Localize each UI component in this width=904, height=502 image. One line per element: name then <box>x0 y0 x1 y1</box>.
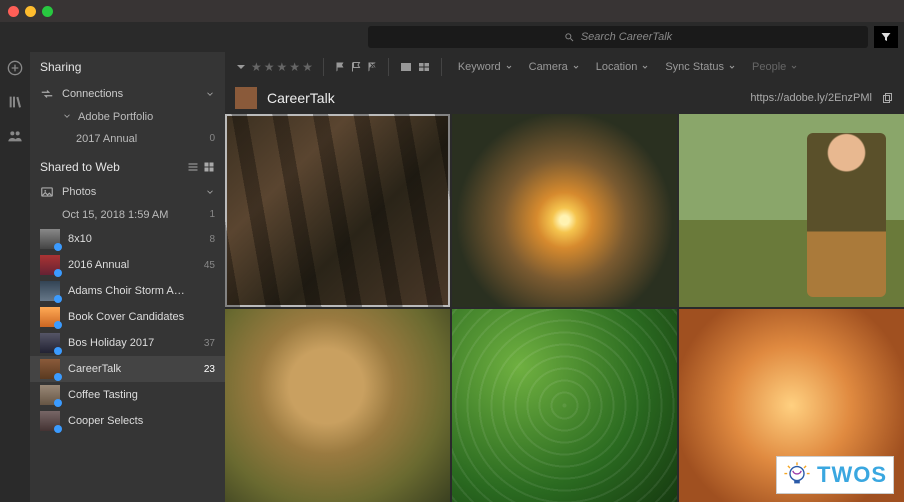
sharing-header: Sharing <box>30 52 225 82</box>
grid-view-icon[interactable] <box>417 61 431 73</box>
chevron-down-icon <box>62 111 72 121</box>
album-item-selected[interactable]: CareerTalk23 <box>30 356 225 382</box>
left-rail <box>0 52 30 502</box>
photo-view-icon[interactable] <box>399 61 413 73</box>
flag-unflagged-icon[interactable] <box>350 61 362 73</box>
chevron-down-icon <box>728 63 736 71</box>
flag-reject-icon[interactable] <box>366 61 378 73</box>
chevron-down-icon <box>505 63 513 71</box>
album-thumb <box>40 281 60 301</box>
connections-icon <box>40 87 54 101</box>
lightbulb-icon <box>783 461 811 489</box>
sync-dropdown[interactable]: Sync Status <box>659 61 742 73</box>
collection-thumb <box>235 87 257 109</box>
maximize-window-button[interactable] <box>42 6 53 17</box>
chevron-down-icon <box>205 187 215 197</box>
chevron-down-icon <box>790 63 798 71</box>
annual-count: 0 <box>209 133 215 145</box>
top-toolbar: Search CareerTalk <box>0 22 904 52</box>
album-item[interactable]: 2016 Annual45 <box>30 252 225 278</box>
annual-label: 2017 Annual <box>76 133 137 145</box>
album-list: 8x108 2016 Annual45 Adams Choir Storm A…… <box>30 226 225 502</box>
photo-thumbnail[interactable] <box>452 309 677 502</box>
album-item[interactable]: Adams Choir Storm A… <box>30 278 225 304</box>
album-item[interactable]: Book Cover Candidates <box>30 304 225 330</box>
search-input[interactable]: Search CareerTalk <box>368 26 868 48</box>
album-item[interactable]: Coffee Tasting <box>30 382 225 408</box>
star-icon[interactable]: ★ <box>289 60 300 74</box>
star-icon[interactable]: ★ <box>264 60 275 74</box>
rating-filter-icon[interactable] <box>235 61 247 73</box>
photos-date-row[interactable]: Oct 15, 2018 1:59 AM 1 <box>30 204 225 226</box>
collection-header: CareerTalk https://adobe.ly/2EnzPMl <box>225 82 904 114</box>
list-view-icon[interactable] <box>187 161 199 173</box>
chevron-down-icon <box>205 89 215 99</box>
album-thumb <box>40 229 60 249</box>
photo-grid <box>225 114 904 502</box>
sidebar: Sharing Connections Adobe Portfolio 2017… <box>30 52 225 502</box>
annual-row[interactable]: 2017 Annual 0 <box>30 128 225 150</box>
location-dropdown[interactable]: Location <box>590 61 656 73</box>
content-area: ★ ★ ★ ★ ★ Keyword Camera Location Sync S… <box>225 52 904 502</box>
window-titlebar <box>0 0 904 22</box>
photo-thumbnail[interactable] <box>225 114 450 307</box>
shared-to-web-label: Shared to Web <box>40 160 120 174</box>
chevron-down-icon <box>641 63 649 71</box>
star-icon[interactable]: ★ <box>277 60 288 74</box>
camera-dropdown[interactable]: Camera <box>523 61 586 73</box>
photo-thumbnail[interactable] <box>452 114 677 307</box>
search-icon <box>564 32 575 43</box>
photos-count: 1 <box>209 209 215 221</box>
album-thumb <box>40 359 60 379</box>
search-placeholder: Search CareerTalk <box>581 31 672 43</box>
grid-view-icon[interactable] <box>203 161 215 173</box>
photo-thumbnail[interactable] <box>225 309 450 502</box>
portfolio-row[interactable]: Adobe Portfolio <box>30 106 225 128</box>
album-item[interactable]: Cooper Selects <box>30 408 225 434</box>
shared-to-web-header: Shared to Web <box>30 150 225 180</box>
copy-icon[interactable] <box>882 92 894 104</box>
minimize-window-button[interactable] <box>25 6 36 17</box>
rating-stars[interactable]: ★ ★ ★ ★ ★ <box>251 60 313 74</box>
keyword-dropdown[interactable]: Keyword <box>452 61 519 73</box>
album-thumb <box>40 385 60 405</box>
photos-label: Photos <box>62 186 96 198</box>
photos-date: Oct 15, 2018 1:59 AM <box>62 209 168 221</box>
album-thumb <box>40 307 60 327</box>
filter-toolbar: ★ ★ ★ ★ ★ Keyword Camera Location Sync S… <box>225 52 904 82</box>
filter-button[interactable] <box>874 26 898 48</box>
photo-icon <box>40 185 54 199</box>
share-url[interactable]: https://adobe.ly/2EnzPMl <box>750 92 872 104</box>
people-icon[interactable] <box>7 128 23 144</box>
collection-title: CareerTalk <box>267 90 335 106</box>
portfolio-label: Adobe Portfolio <box>78 111 153 123</box>
album-item[interactable]: Bos Holiday 201737 <box>30 330 225 356</box>
library-icon[interactable] <box>7 94 23 110</box>
watermark: TWOS <box>776 456 894 494</box>
people-dropdown[interactable]: People <box>746 61 804 73</box>
flag-pick-icon[interactable] <box>334 61 346 73</box>
close-window-button[interactable] <box>8 6 19 17</box>
connections-label: Connections <box>62 88 123 100</box>
add-icon[interactable] <box>7 60 23 76</box>
album-thumb <box>40 411 60 431</box>
album-thumb <box>40 255 60 275</box>
star-icon[interactable]: ★ <box>251 60 262 74</box>
photos-row[interactable]: Photos <box>30 180 225 204</box>
funnel-icon <box>880 31 892 43</box>
watermark-text: TWOS <box>817 462 887 488</box>
album-thumb <box>40 333 60 353</box>
album-item[interactable]: 8x108 <box>30 226 225 252</box>
photo-thumbnail[interactable] <box>679 114 904 307</box>
star-icon[interactable]: ★ <box>302 60 313 74</box>
chevron-down-icon <box>572 63 580 71</box>
connections-row[interactable]: Connections <box>30 82 225 106</box>
